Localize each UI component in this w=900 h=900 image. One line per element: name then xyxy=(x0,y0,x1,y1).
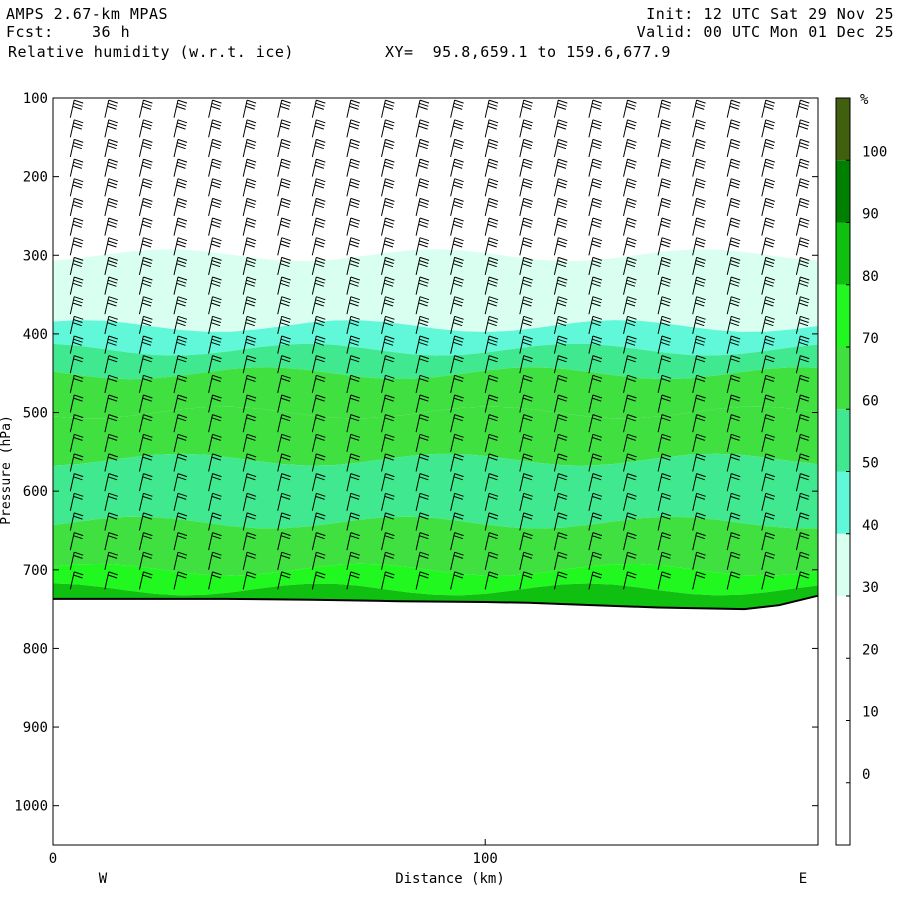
colorbar-tick-label: 80 xyxy=(862,269,879,285)
rh-shading xyxy=(53,98,818,610)
colorbar-tick-label: 20 xyxy=(862,642,879,658)
colorbar-swatch xyxy=(836,471,850,534)
rh-band xyxy=(53,280,818,332)
colorbar-swatch xyxy=(836,98,850,161)
y-tick-label: 600 xyxy=(23,484,48,500)
rh-band xyxy=(53,453,818,529)
y-axis-label: Pressure (hPa) xyxy=(0,415,14,525)
colorbar-unit: % xyxy=(860,92,869,108)
colorbar-swatch xyxy=(836,347,850,410)
y-tick-label: 1000 xyxy=(14,799,48,815)
x-tick-label: 100 xyxy=(473,851,498,867)
colorbar-tick-label: 90 xyxy=(862,207,879,223)
colorbar-swatch xyxy=(836,284,850,347)
y-tick-label: 200 xyxy=(23,170,48,186)
colorbar-swatch xyxy=(836,160,850,223)
y-tick-label: 800 xyxy=(23,641,48,657)
east-label: E xyxy=(799,871,807,887)
colorbar-tick-label: 100 xyxy=(862,144,887,160)
rh-band xyxy=(53,98,818,215)
colorbar-tick-label: 60 xyxy=(862,393,879,409)
colorbar-tick-label: 40 xyxy=(862,518,879,534)
colorbar-tick-label: 10 xyxy=(862,705,879,721)
colorbar-tick-label: 70 xyxy=(862,331,879,347)
x-axis-label: Distance (km) xyxy=(395,871,505,887)
rh-band xyxy=(53,516,818,576)
colorbar-swatch xyxy=(836,596,850,659)
cross-section-chart: 10020030040050060070080090010000 100Dista… xyxy=(0,91,887,887)
colorbar-swatch xyxy=(836,658,850,721)
y-tick-label: 700 xyxy=(23,563,48,579)
x-tick-label: 0 xyxy=(49,851,57,867)
colorbar-tick-label: 30 xyxy=(862,580,879,596)
colorbar-swatch xyxy=(836,533,850,596)
y-tick-label: 400 xyxy=(23,327,48,343)
colorbar-swatch xyxy=(836,409,850,472)
colorbar-swatch xyxy=(836,782,850,845)
colorbar-swatch xyxy=(836,222,850,285)
colorbar-tick-label: 50 xyxy=(862,456,879,472)
y-tick-label: 300 xyxy=(23,248,48,264)
west-label: W xyxy=(99,871,108,887)
y-tick-label: 500 xyxy=(23,406,48,422)
y-tick-label: 900 xyxy=(23,720,48,736)
y-tick-label: 100 xyxy=(23,91,48,107)
colorbar-swatch xyxy=(836,720,850,783)
colorbar-tick-label: 0 xyxy=(862,767,870,783)
